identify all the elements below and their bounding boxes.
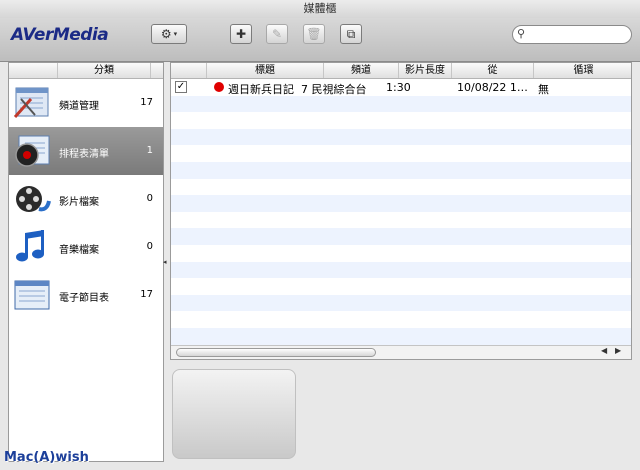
empty-row	[171, 278, 631, 295]
empty-row	[171, 95, 631, 113]
search-icon: ⚲	[517, 27, 526, 40]
sidebar-item-count: 1	[146, 145, 153, 156]
column-header-title[interactable]: 標題	[207, 63, 324, 78]
empty-row	[171, 195, 631, 212]
category-sidebar: 分類 頻道管理 17 排程表清單 1 影片檔案 0 音樂檔案 0 電子節目表 1…	[8, 62, 164, 462]
cell-title: 週日新兵日記	[228, 83, 294, 96]
cell-from: 10/08/22 1…	[457, 81, 528, 94]
empty-row	[171, 179, 631, 196]
empty-row	[171, 294, 631, 312]
splitter-arrow-icon[interactable]: ◂	[163, 258, 167, 266]
channel-manage-icon	[13, 87, 49, 118]
epg-icon	[14, 280, 50, 310]
sidebar-item-label: 音樂檔案	[59, 245, 99, 256]
plus-icon: ✚	[235, 27, 247, 41]
column-header-repeat[interactable]: 循環	[534, 63, 631, 78]
sidebar-item-label: 影片檔案	[59, 197, 99, 208]
avermedia-logo: AVerMedia	[11, 25, 109, 45]
sidebar-item-video-files[interactable]: 影片檔案 0	[9, 175, 163, 223]
empty-row	[171, 228, 631, 245]
column-header-check[interactable]	[171, 63, 207, 78]
table-row[interactable]: ✓ 週日新兵日記 7 民視綜合台 1:30 10/08/22 1… 無	[171, 79, 631, 96]
sidebar-item-label: 排程表清單	[59, 149, 109, 160]
empty-row	[171, 212, 631, 229]
sidebar-item-count: 0	[146, 193, 153, 204]
watermark: Mac(A)wish	[4, 450, 89, 465]
empty-row	[171, 161, 631, 179]
toolbar: AVerMedia ⚙ ▾ ✚ ✎ 🗑 ⧉ ⚲	[0, 18, 640, 62]
recording-table: 標題 頻道 影片長度 從 循環 ✓ 週日新兵日記 7 民視綜合台 1:30 10…	[170, 62, 632, 360]
empty-row	[171, 145, 631, 162]
column-header-length[interactable]: 影片長度	[399, 63, 452, 78]
sidebar-item-label: 頻道管理	[59, 101, 99, 112]
edit-button[interactable]: ✎	[266, 24, 288, 44]
add-button[interactable]: ✚	[230, 24, 252, 44]
sidebar-item-epg[interactable]: 電子節目表 17	[9, 271, 163, 319]
cell-repeat: 無	[538, 83, 549, 96]
gear-menu-button[interactable]: ⚙ ▾	[151, 24, 187, 44]
sidebar-header: 分類	[9, 63, 163, 79]
empty-row	[171, 245, 631, 262]
row-checkbox[interactable]: ✓	[175, 81, 187, 93]
edit-icon: ✎	[271, 27, 283, 41]
delete-button[interactable]: 🗑	[303, 24, 325, 44]
table-header: 標題 頻道 影片長度 從 循環	[171, 63, 631, 79]
empty-row	[171, 112, 631, 129]
sidebar-header-label[interactable]: 分類	[57, 63, 151, 78]
record-dot-icon	[214, 82, 224, 92]
sidebar-item-music-files[interactable]: 音樂檔案 0	[9, 223, 163, 271]
column-header-channel[interactable]: 頻道	[324, 63, 399, 78]
music-file-icon	[16, 230, 44, 262]
schedule-list-icon	[15, 135, 50, 167]
export-icon: ⧉	[346, 26, 356, 41]
scroll-right-icon[interactable]: ▶	[615, 346, 621, 355]
horizontal-scrollbar[interactable]: ◀ ▶	[171, 345, 631, 359]
gear-icon: ⚙	[160, 27, 172, 41]
scroll-left-icon[interactable]: ◀	[601, 346, 607, 355]
sidebar-item-count: 17	[140, 289, 153, 300]
video-file-icon	[16, 186, 51, 212]
empty-row	[171, 327, 631, 345]
sidebar-item-count: 0	[146, 241, 153, 252]
empty-row	[171, 128, 631, 146]
table-body: ✓ 週日新兵日記 7 民視綜合台 1:30 10/08/22 1… 無	[171, 79, 631, 345]
search-field[interactable]: ⚲	[512, 25, 632, 44]
cell-channel: 7 民視綜合台	[301, 83, 367, 96]
trash-icon: 🗑	[306, 27, 322, 41]
preview-pane	[172, 369, 296, 459]
empty-row	[171, 261, 631, 279]
export-button[interactable]: ⧉	[340, 24, 362, 44]
column-header-from[interactable]: 從	[452, 63, 534, 78]
sidebar-item-schedule-list[interactable]: 排程表清單 1	[9, 127, 163, 175]
sidebar-item-count: 17	[140, 97, 153, 108]
sidebar-item-label: 電子節目表	[59, 293, 109, 304]
chevron-down-icon: ▾	[173, 30, 178, 38]
cell-length: 1:30	[386, 81, 411, 94]
window-title: 媒體櫃	[0, 0, 640, 18]
empty-row	[171, 311, 631, 328]
scrollbar-thumb[interactable]	[176, 348, 376, 357]
sidebar-item-channel-manage[interactable]: 頻道管理 17	[9, 79, 163, 127]
